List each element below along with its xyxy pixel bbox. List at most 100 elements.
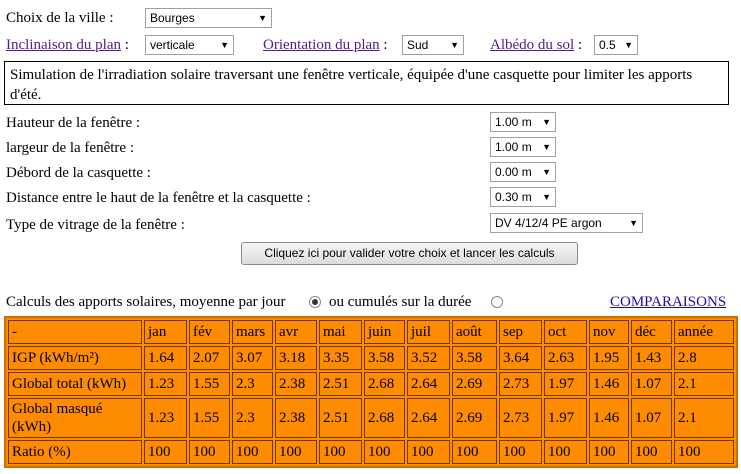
orientation-select[interactable]: Sud ▼ (402, 35, 464, 55)
table-row: Global masqué (kWh) 1.23 1.55 2.3 2.38 2… (8, 398, 734, 438)
submit-button[interactable]: Cliquez ici pour valider votre choix et … (241, 242, 578, 265)
table-cell: 1.23 (144, 398, 187, 438)
table-cell: 1.46 (589, 398, 629, 438)
distance-value: 0.30 m (495, 190, 532, 204)
param-label-distance: Distance entre le haut de la fenêtre et … (6, 190, 311, 206)
largeur-select[interactable]: 1.00 m ▼ (490, 137, 556, 157)
chevron-down-icon: ▼ (629, 218, 638, 228)
vitrage-select[interactable]: DV 4/12/4 PE argon ▼ (490, 213, 643, 233)
table-cell: 2.69 (452, 372, 497, 396)
table-header: oct (544, 320, 587, 344)
param-label-debord: Débord de la casquette : (6, 165, 151, 181)
table-header: nov (589, 320, 629, 344)
table-row: Global total (kWh) 1.23 1.55 2.3 2.38 2.… (8, 372, 734, 396)
table-cell: 2.07 (189, 346, 230, 370)
orientation-row: Orientation du plan : (263, 36, 388, 54)
calc-sum-label: ou cumulés sur la durée (329, 294, 472, 310)
table-cell: 100 (232, 440, 273, 464)
inclinaison-link[interactable]: Inclinaison du plan (6, 37, 121, 53)
table-cell: 2.38 (275, 372, 317, 396)
table-cell: 1.95 (589, 346, 629, 370)
table-cell: 2.64 (407, 372, 450, 396)
table-cell: 2.1 (674, 372, 734, 396)
table-cell: 100 (275, 440, 317, 464)
table-cell: 3.64 (499, 346, 542, 370)
table-cell: 1.97 (544, 398, 587, 438)
table-cell: 1.43 (631, 346, 672, 370)
radio-cumul[interactable] (491, 296, 503, 308)
chevron-down-icon: ▼ (450, 40, 459, 50)
table-cell: 2.69 (452, 398, 497, 438)
ville-value: Bourges (150, 11, 195, 25)
table-cell: 2.51 (319, 398, 362, 438)
hauteur-value: 1.00 m (495, 115, 532, 129)
inclinaison-value: verticale (150, 38, 195, 52)
ville-label: Choix de la ville : (6, 10, 114, 26)
debord-select[interactable]: 0.00 m ▼ (490, 162, 556, 182)
colon: : (124, 37, 129, 53)
table-cell: 2.73 (499, 372, 542, 396)
param-label-vitrage: Type de vitrage de la fenêtre : (6, 217, 185, 233)
table-cell: 2.38 (275, 398, 317, 438)
row-label: Global total (kWh) (8, 372, 142, 396)
table-header: juil (407, 320, 450, 344)
table-cell: 2.8 (674, 346, 734, 370)
table-cell: 2.63 (544, 346, 587, 370)
table-cell: 100 (544, 440, 587, 464)
chevron-down-icon: ▼ (258, 13, 267, 23)
table-cell: 1.55 (189, 398, 230, 438)
albedo-select[interactable]: 0.5 ▼ (594, 35, 638, 55)
orientation-link[interactable]: Orientation du plan (263, 37, 380, 53)
inclinaison-select[interactable]: verticale ▼ (145, 35, 234, 55)
ville-select[interactable]: Bourges ▼ (145, 8, 272, 28)
calc-avg-label: Calculs des apports solaires, moyenne pa… (6, 294, 286, 310)
table-header: août (452, 320, 497, 344)
table-cell: 1.07 (631, 398, 672, 438)
table-row: Ratio (%) 100 100 100 100 100 100 100 10… (8, 440, 734, 464)
chevron-down-icon: ▼ (542, 117, 551, 127)
albedo-link[interactable]: Albédo du sol (490, 37, 574, 53)
table-cell: 1.64 (144, 346, 187, 370)
table-cell: 100 (364, 440, 405, 464)
table-header: jan (144, 320, 187, 344)
table-header-row: - jan fév mars avr mai juin juil août se… (8, 320, 734, 344)
colon: : (577, 37, 583, 53)
table-header: année (674, 320, 734, 344)
table-row: IGP (kWh/m²) 1.64 2.07 3.07 3.18 3.35 3.… (8, 346, 734, 370)
table-cell: 1.46 (589, 372, 629, 396)
table-header: déc (631, 320, 672, 344)
comparaisons-link[interactable]: COMPARAISONS (610, 293, 726, 311)
table-cell: 1.23 (144, 372, 187, 396)
orientation-value: Sud (407, 38, 429, 52)
hauteur-select[interactable]: 1.00 m ▼ (490, 112, 556, 132)
table-cell: 3.58 (364, 346, 405, 370)
table-cell: 2.73 (499, 398, 542, 438)
table-cell: 2.64 (407, 398, 450, 438)
table-cell: 3.07 (232, 346, 273, 370)
row-label: Ratio (%) (8, 440, 142, 464)
table-cell: 100 (589, 440, 629, 464)
table-header: fév (189, 320, 230, 344)
table-cell: 2.1 (674, 398, 734, 438)
table-cell: 3.58 (452, 346, 497, 370)
table-header: mars (232, 320, 273, 344)
distance-select[interactable]: 0.30 m ▼ (490, 187, 556, 207)
radio-moyenne[interactable] (309, 296, 321, 308)
table-cell: 2.3 (232, 372, 273, 396)
table-cell: 100 (407, 440, 450, 464)
chevron-down-icon: ▼ (220, 40, 229, 50)
albedo-value: 0.5 (599, 38, 616, 52)
table-cell: 3.18 (275, 346, 317, 370)
table-header: - (8, 320, 142, 344)
row-label: IGP (kWh/m²) (8, 346, 142, 370)
largeur-value: 1.00 m (495, 140, 532, 154)
table-cell: 2.3 (232, 398, 273, 438)
table-header: sep (499, 320, 542, 344)
table-cell: 1.07 (631, 372, 672, 396)
chevron-down-icon: ▼ (542, 142, 551, 152)
table-header: mai (319, 320, 362, 344)
inclinaison-row: Inclinaison du plan : (6, 36, 129, 54)
table-cell: 2.68 (364, 372, 405, 396)
param-label-hauteur: Hauteur de la fenêtre : (6, 115, 141, 131)
table-cell: 100 (631, 440, 672, 464)
